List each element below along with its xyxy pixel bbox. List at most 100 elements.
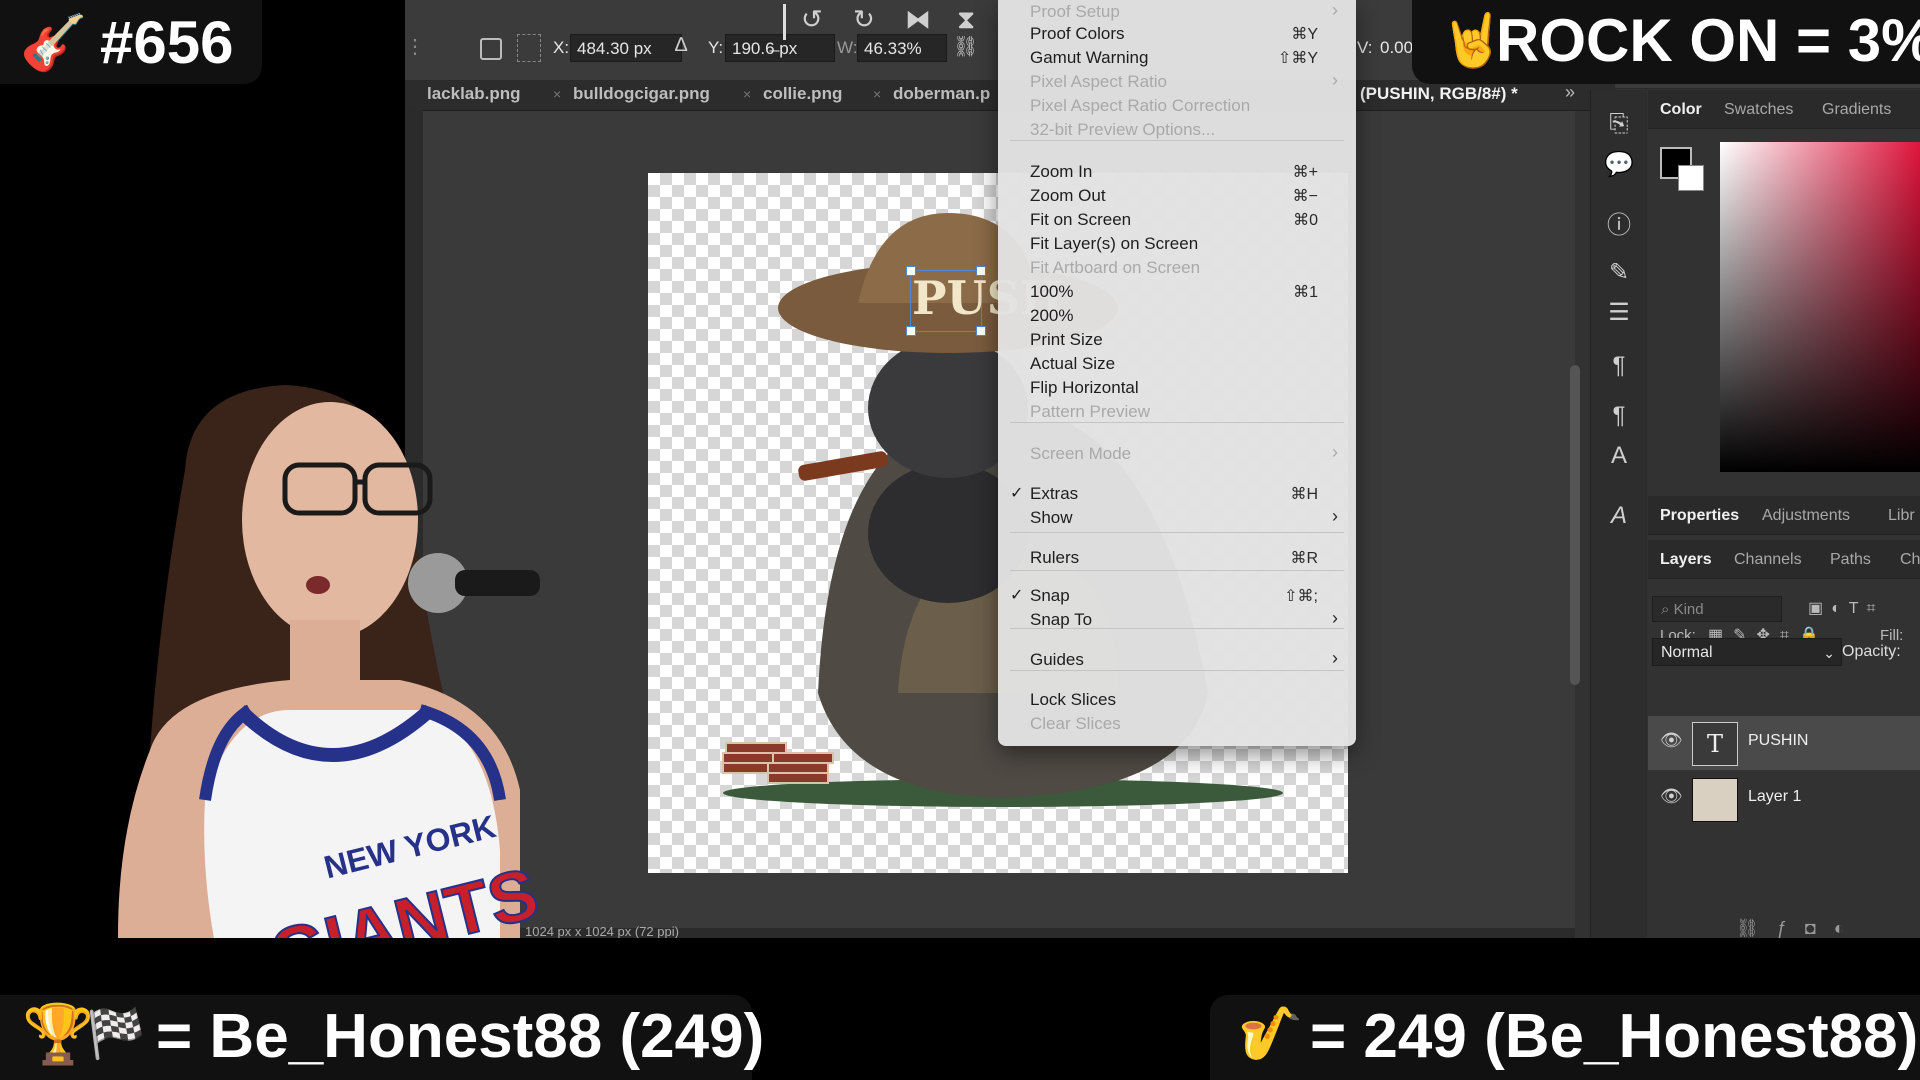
menu-item-fit-on-screen[interactable]: Fit on Screen ⌘0: [998, 208, 1356, 232]
color-picker-field[interactable]: [1720, 142, 1920, 472]
menu-item-label: Flip Horizontal: [1030, 378, 1139, 397]
menu-item-proof-colors[interactable]: Proof Colors ⌘Y: [998, 22, 1356, 46]
leaderboard-left: 🏆 🏁 = Be_Honest88 (249): [0, 995, 764, 1080]
view-menu: Proof Setup › Proof Colors ⌘Y Gamut Warning ⇧…: [998, 0, 1356, 746]
menu-item-guides[interactable]: Guides ›: [998, 648, 1356, 672]
menu-item-proof-setup: Proof Setup ›: [998, 0, 1356, 24]
menu-item-shortcut: ⌘H: [1290, 486, 1318, 503]
episode-badge: 🎸 #656: [0, 0, 262, 84]
menu-item-rulers[interactable]: Rulers ⌘R: [998, 546, 1356, 570]
layer-row-layer1[interactable]: 👁 Layer 1: [1648, 772, 1920, 826]
tab-layers[interactable]: Layers: [1660, 551, 1712, 569]
flip-vertical-icon[interactable]: ⧗: [957, 4, 975, 36]
w-field[interactable]: 46.33%: [857, 34, 947, 62]
info-icon[interactable]: ⓘ: [1603, 205, 1635, 240]
layer-filter-icons[interactable]: ▣◐T⌗: [1808, 598, 1884, 618]
tab-swatches[interactable]: Swatches: [1724, 101, 1793, 119]
brush-settings-icon[interactable]: ✎: [1603, 258, 1635, 287]
comment-icon[interactable]: 💬: [1603, 150, 1635, 179]
transform-handle[interactable]: [906, 266, 916, 276]
x-field[interactable]: 484.30 px: [570, 34, 682, 62]
menu-item-100[interactable]: 100% ⌘1: [998, 280, 1356, 304]
guitar-icon: 🎸: [20, 13, 88, 73]
properties-panel-tabs: Properties Adjustments Libr: [1648, 496, 1920, 535]
menu-item-gamut-warning[interactable]: Gamut Warning ⇧⌘Y: [998, 46, 1356, 70]
link-icon[interactable]: ⛓: [953, 34, 978, 59]
menu-item-zoom-out[interactable]: Zoom Out ⌘−: [998, 184, 1356, 208]
menu-item-fit-layer-s-on-screen[interactable]: Fit Layer(s) on Screen: [998, 232, 1356, 256]
glyphs-icon[interactable]: A: [1603, 502, 1635, 530]
menu-item-shortcut: ⌘1: [1293, 284, 1318, 301]
menu-item-flip-horizontal[interactable]: Flip Horizontal: [998, 376, 1356, 400]
saxophone-icon: 🎷: [1238, 1005, 1303, 1063]
blend-mode-select[interactable]: Normal ⌄: [1652, 638, 1842, 666]
menu-item-snap[interactable]: ✓ Snap ⇧⌘;: [998, 584, 1356, 608]
menu-item-label: Zoom In: [1030, 162, 1093, 181]
menu-item-pixel-aspect-ratio: Pixel Aspect Ratio ›: [998, 70, 1356, 94]
tab-lacklab[interactable]: lacklab.png: [427, 84, 521, 104]
tab-pushin-active[interactable]: (PUSHIN, RGB/8#) *: [1360, 84, 1518, 104]
transform-handle[interactable]: [906, 326, 916, 336]
menu-item-zoom-in[interactable]: Zoom In ⌘+: [998, 160, 1356, 184]
y-label: Y:: [708, 38, 724, 57]
menu-item-label: Snap To: [1030, 610, 1093, 629]
redo-icon[interactable]: ↻: [853, 4, 875, 35]
tab-channels[interactable]: Channels: [1734, 551, 1802, 569]
tab-adjustments[interactable]: Adjustments: [1762, 507, 1850, 525]
menu-item-extras[interactable]: ✓ Extras ⌘H: [998, 482, 1356, 506]
character-icon[interactable]: A: [1603, 442, 1635, 470]
eye-icon[interactable]: 👁: [1660, 730, 1683, 751]
tab-close-icon[interactable]: ×: [743, 86, 751, 102]
paragraph-styles-icon[interactable]: ¶: [1603, 402, 1635, 430]
layer-filter-kind[interactable]: ⌕ Kind: [1652, 596, 1782, 622]
tab-close-icon[interactable]: ×: [553, 86, 561, 102]
menu-item-label: 100%: [1030, 282, 1074, 301]
tab-gradients[interactable]: Gradients: [1822, 101, 1891, 119]
menu-item-screen-mode: Screen Mode ›: [998, 442, 1356, 466]
v-label: V:: [1357, 38, 1373, 57]
menu-item-shortcut: ⌘R: [1290, 550, 1318, 567]
reference-point-checkbox[interactable]: [480, 38, 502, 60]
transform-handle[interactable]: [976, 266, 986, 276]
menu-item-show[interactable]: Show ›: [998, 506, 1356, 530]
tab-collie[interactable]: collie.png: [763, 84, 842, 104]
menu-item-lock-slices[interactable]: Lock Slices: [998, 688, 1356, 712]
menu-item-snap-to[interactable]: Snap To ›: [998, 608, 1356, 632]
tab-properties[interactable]: Properties: [1660, 507, 1739, 525]
history-icon[interactable]: ⎘: [1603, 110, 1635, 138]
tab-libraries[interactable]: Libr: [1888, 507, 1915, 525]
text-layer-icon: T: [1692, 722, 1738, 766]
menu-item-label: Proof Colors: [1030, 24, 1125, 43]
eye-icon[interactable]: 👁: [1660, 786, 1683, 807]
background-color-swatch[interactable]: [1678, 165, 1704, 191]
flip-horizontal-icon[interactable]: ⧓: [905, 4, 931, 35]
tab-doberman[interactable]: doberman.p: [893, 84, 990, 104]
undo-icon[interactable]: ↺: [801, 4, 823, 35]
y-field[interactable]: 190.6̶ px: [725, 34, 835, 62]
layer-row-pushin[interactable]: 👁 T PUSHIN: [1648, 716, 1920, 770]
v-value[interactable]: 0.00: [1380, 38, 1413, 58]
menu-item-actual-size[interactable]: Actual Size: [998, 352, 1356, 376]
menu-item-shortcut: ⌘0: [1293, 212, 1318, 229]
vertical-scrollbar[interactable]: [1570, 365, 1580, 685]
menu-item-200[interactable]: 200%: [998, 304, 1356, 328]
layer-thumbnail: [1692, 778, 1738, 822]
checkmark-icon: ✓: [1010, 485, 1024, 502]
tab-close-icon[interactable]: ×: [873, 86, 881, 102]
delta-icon[interactable]: ∆: [675, 34, 687, 57]
adjustments-icon[interactable]: ☰: [1603, 298, 1635, 327]
w-label: W:: [837, 38, 858, 57]
tab-color[interactable]: Color: [1660, 101, 1702, 119]
transform-handle[interactable]: [976, 326, 986, 336]
layer-panel-footer-icons[interactable]: ⛓ƒ◘◐: [1736, 918, 1863, 939]
paragraph-icon[interactable]: ¶: [1603, 352, 1635, 380]
trophy-icon: 🏆: [22, 1002, 95, 1067]
menu-item-print-size[interactable]: Print Size: [998, 328, 1356, 352]
menu-item-label: Show: [1030, 508, 1073, 527]
reference-point-grid-icon[interactable]: [517, 34, 541, 62]
tab-bulldogcigar[interactable]: bulldogcigar.png: [573, 84, 710, 104]
more-tabs-icon[interactable]: »: [1565, 82, 1575, 103]
menu-separator: [1010, 570, 1344, 571]
tab-ch-cut[interactable]: Ch: [1900, 551, 1920, 569]
tab-paths[interactable]: Paths: [1830, 551, 1871, 569]
